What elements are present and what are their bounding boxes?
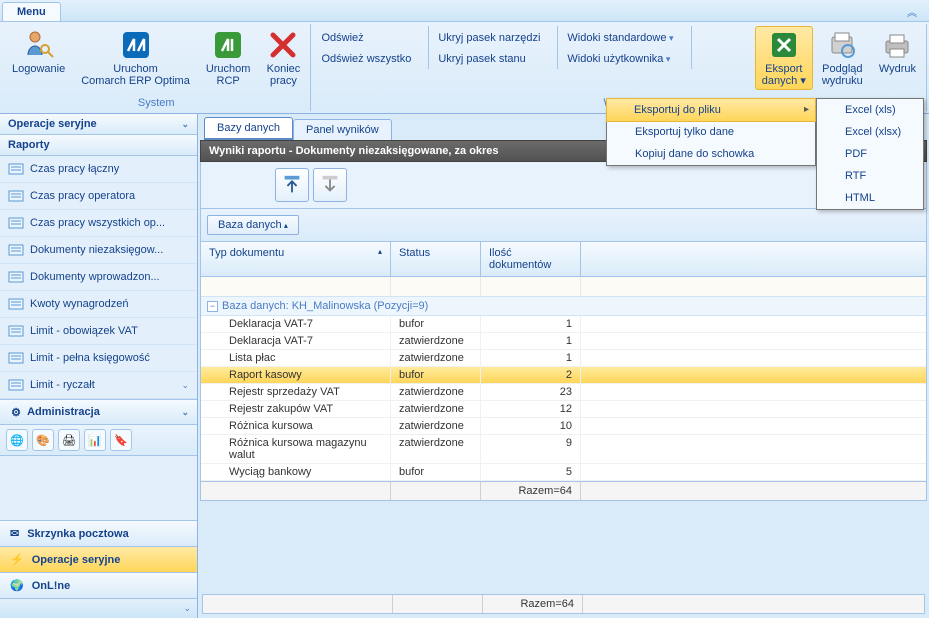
report-icon [8,215,24,231]
sidebar-report-item[interactable]: Limit - obowiązek VAT [0,318,197,345]
online-button[interactable]: 🌍OnL!ne [0,572,197,598]
gear-icon: ⚙ [8,404,24,420]
chevron-down-icon: ⌄ [181,380,189,391]
report-icon [8,242,24,258]
tool-tag-icon[interactable]: 🔖 [110,429,132,451]
admin-toolbar: 🌐 🎨 🖨 📊 🔖 [0,425,197,456]
globe-icon: 🌍 [10,579,24,592]
sidebar-report-item[interactable]: Dokumenty wprowadzon... [0,264,197,291]
group-sum-row: Razem=64 [201,481,926,500]
tool-palette-icon[interactable]: 🎨 [32,429,54,451]
group-row[interactable]: − Baza danych: KH_Malinowska (Pozycji=9) [201,297,926,316]
sidebar-report-item[interactable]: Dokumenty niezaksięgow... [0,237,197,264]
table-row[interactable]: Deklaracja VAT-7bufor1 [201,316,926,333]
sidebar-expand-icon[interactable]: ⌄ [0,598,197,618]
bazy-danych-tab[interactable]: Bazy danych [204,117,293,140]
col-status[interactable]: Status [391,242,481,276]
uruchom-optima-button[interactable]: Uruchom Comarch ERP Optima [74,26,197,90]
report-icon [8,377,24,393]
ukryj-stanu-button[interactable]: Ukryj pasek stanu [431,49,551,69]
koniec-pracy-button[interactable]: Koniec pracy [259,26,307,90]
table-row[interactable]: Rejestr sprzedaży VATzatwierdzone23 [201,384,926,401]
excel-xls-item[interactable]: Excel (xls) [817,99,923,121]
col-typ-dokumentu[interactable]: Typ dokumentu [201,242,391,276]
report-icon [8,296,24,312]
tool-print-icon[interactable]: 🖨 [58,429,80,451]
kopiuj-do-schowka-item[interactable]: Kopiuj dane do schowka [607,143,815,165]
collapse-group-icon[interactable]: − [207,301,218,312]
grid-body: − Baza danych: KH_Malinowska (Pozycji=9)… [200,277,927,501]
grid-header: Typ dokumentu Status Ilość dokumentów [200,242,927,277]
table-row[interactable]: Lista płaczatwierdzone1 [201,350,926,367]
odswiez-wszystko-button[interactable]: Odśwież wszystko [314,49,422,69]
report-icon [8,161,24,177]
panel-wynikow-tab[interactable]: Panel wyników [293,119,392,140]
excel-export-icon [768,29,800,61]
logowanie-button[interactable]: Logowanie [5,26,72,78]
menu-tab[interactable]: Menu [2,2,61,21]
tool-chart-icon[interactable]: 📊 [84,429,106,451]
collapse-ribbon-icon[interactable]: ︽ [901,2,923,21]
sidebar-report-item[interactable]: Limit - ryczałt⌄ [0,372,197,399]
tool-globe-icon[interactable]: 🌐 [6,429,28,451]
up-arrow-button[interactable] [275,168,309,202]
printer-icon [881,29,913,61]
odswiez-button[interactable]: Odśwież [314,28,422,48]
sidebar-report-item[interactable]: Czas pracy łączny [0,156,197,183]
table-row[interactable]: Wyciąg bankowybufor5 [201,464,926,481]
operacje-seryjne-button[interactable]: ⚡Operacje seryjne [0,546,197,572]
print-preview-icon [826,29,858,61]
col-ilosc[interactable]: Ilość dokumentów [481,242,581,276]
system-group-label: System [5,95,307,111]
sidebar-report-item[interactable]: Limit - pełna księgowość [0,345,197,372]
wydruk-button[interactable]: Wydruk [872,26,923,78]
html-item[interactable]: HTML [817,187,923,209]
table-row[interactable]: Różnica kursowa magazynu walutzatwierdzo… [201,435,926,464]
pdf-item[interactable]: PDF [817,143,923,165]
filter-row[interactable] [201,277,926,297]
ukryj-narzedzi-button[interactable]: Ukryj pasek narzędzi [431,28,551,48]
mail-icon: ✉ [10,527,19,540]
report-icon [8,188,24,204]
excel-xlsx-item[interactable]: Excel (xlsx) [817,121,923,143]
format-submenu-popup: Excel (xls) Excel (xlsx) PDF RTF HTML [816,98,924,210]
eksportuj-do-pliku-item[interactable]: Eksportuj do pliku [606,98,816,122]
close-x-icon [267,29,299,61]
sidebar-report-item[interactable]: Czas pracy wszystkich op... [0,210,197,237]
down-arrow-button[interactable] [313,168,347,202]
group-by-chip[interactable]: Baza danych [207,215,299,235]
eksport-danych-button[interactable]: Eksport danych ▾ [755,26,813,90]
sidebar: Operacje seryjne⌄ Raporty Czas pracy łąc… [0,114,198,618]
eksportuj-tylko-dane-item[interactable]: Eksportuj tylko dane [607,121,815,143]
table-row[interactable]: Rejestr zakupów VATzatwierdzone12 [201,401,926,418]
rcp-icon [212,29,244,61]
table-row[interactable]: Różnica kursowazatwierdzone10 [201,418,926,435]
operacje-seryjne-header[interactable]: Operacje seryjne⌄ [0,114,197,135]
widoki-uzytkownika-dropdown[interactable]: Widoki użytkownika [560,49,684,69]
uruchom-rcp-button[interactable]: Uruchom RCP [199,26,258,90]
administracja-header[interactable]: ⚙ Administracja⌄ [0,399,197,425]
export-menu-popup: Eksportuj do pliku Eksportuj tylko dane … [606,98,816,166]
lightning-icon: ⚡ [10,553,24,566]
skrzynka-pocztowa-button[interactable]: ✉Skrzynka pocztowa [0,520,197,546]
table-row[interactable]: Raport kasowybufor2 [201,367,926,384]
grand-total-row: Razem=64 [202,594,925,614]
raporty-header[interactable]: Raporty [0,135,197,156]
report-icon [8,350,24,366]
report-icon [8,269,24,285]
rtf-item[interactable]: RTF [817,165,923,187]
widoki-standardowe-dropdown[interactable]: Widoki standardowe [560,28,684,48]
optima-icon [120,29,152,61]
podglad-wydruku-button[interactable]: Podgląd wydruku [815,26,870,90]
sidebar-report-item[interactable]: Kwoty wynagrodzeń [0,291,197,318]
table-row[interactable]: Deklaracja VAT-7zatwierdzone1 [201,333,926,350]
report-icon [8,323,24,339]
user-key-icon [23,29,55,61]
sidebar-report-item[interactable]: Czas pracy operatora [0,183,197,210]
